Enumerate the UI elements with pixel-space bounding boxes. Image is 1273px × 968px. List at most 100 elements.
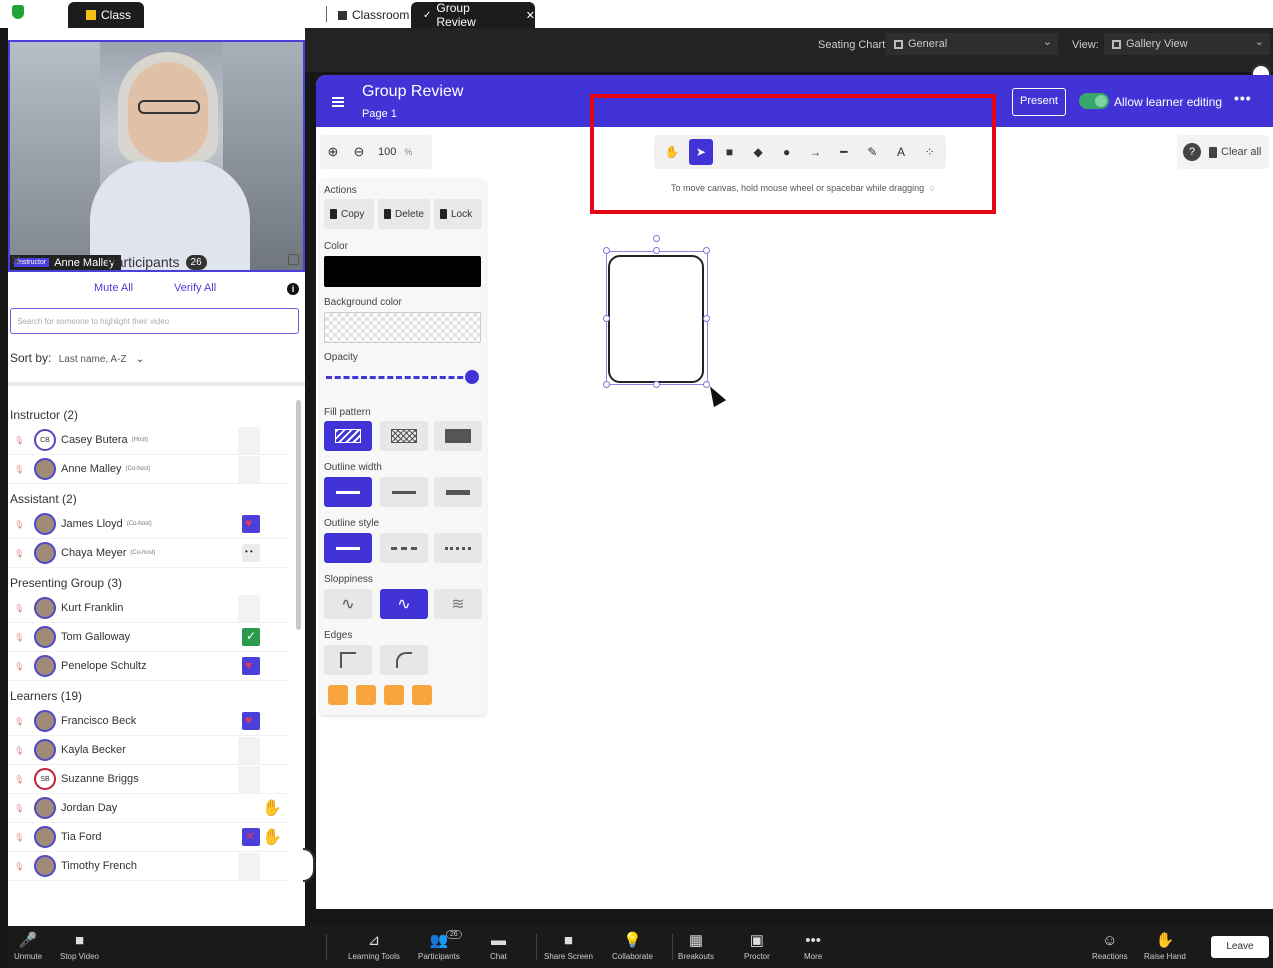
help-icon[interactable]: ? [1183,143,1201,161]
outline-medium-option[interactable] [380,477,428,507]
leave-button[interactable]: Leave [1211,936,1269,958]
participant-search-input[interactable]: Search for someone to highlight their vi… [10,308,299,334]
fill-solid-option[interactable] [434,421,482,451]
menu-icon[interactable] [332,97,344,107]
popout-icon[interactable] [288,254,299,265]
breakouts-button[interactable]: ▦ Breakouts [678,930,714,961]
mic-muted-icon[interactable]: 🎙 [8,746,34,755]
participant-row[interactable]: 🎙 SB Suzanne Briggs [8,765,288,794]
outline-dotted-option[interactable] [434,533,482,563]
rotate-handle[interactable] [653,235,660,242]
opacity-slider-thumb[interactable] [465,370,479,384]
resize-handle[interactable] [653,247,660,254]
learning-tools-button[interactable]: ⊿ Learning Tools [348,930,400,961]
mic-muted-icon[interactable]: 🎙 [8,804,34,813]
edges-round-option[interactable] [380,645,428,675]
clear-all-button[interactable]: Clear all [1221,146,1261,158]
participant-row[interactable]: 🎙 Anne Malley (Co-host) [8,455,288,484]
mic-muted-icon[interactable]: 🎙 [8,633,34,642]
stop-video-button[interactable]: ■ Stop Video [60,930,99,961]
reactions-button[interactable]: ☺ Reactions [1092,930,1128,961]
outline-thin-option[interactable] [324,477,372,507]
layer-bring-front-icon[interactable] [412,685,432,705]
participant-row[interactable]: 🎙 Francisco Beck [8,707,288,736]
participant-row[interactable]: 🎙 Tia Ford ✋ [8,823,288,852]
zoom-out-icon[interactable]: ⊖ [346,144,372,160]
delete-button[interactable]: Delete [378,199,430,229]
resize-handle[interactable] [603,247,610,254]
verify-all-link[interactable]: Verify All [174,282,216,294]
edges-sharp-option[interactable] [324,645,372,675]
mic-muted-icon[interactable]: 🎙 [8,436,34,445]
opacity-slider-track[interactable] [326,376,472,379]
present-button[interactable]: Present [1012,88,1066,116]
outline-thick-option[interactable] [434,477,482,507]
zoom-in-icon[interactable]: ⊕ [320,144,346,160]
scrollbar[interactable] [296,400,301,630]
background-color-swatch[interactable] [324,312,481,343]
participant-row[interactable]: 🎙 Timothy French [8,852,288,881]
share-screen-icon: ■ [563,932,573,949]
zoom-value[interactable]: 100 [378,146,396,158]
view-select[interactable]: Gallery View ⌄ [1104,33,1270,55]
resize-handle[interactable] [703,247,710,254]
close-tab-icon[interactable]: ✕ [526,9,535,22]
color-swatch[interactable] [324,256,481,287]
proctor-button[interactable]: ▣ Proctor [744,930,770,961]
unmute-button[interactable]: 🎤 Unmute [14,930,42,961]
participant-row[interactable]: 🎙 CB Casey Butera (Host) [8,426,288,455]
participant-row[interactable]: 🎙 Penelope Schultz [8,652,288,681]
fill-crosshatch-option[interactable] [380,421,428,451]
resize-handle[interactable] [703,315,710,322]
mute-all-link[interactable]: Mute All [94,282,133,294]
copy-button[interactable]: Copy [324,199,374,229]
mic-muted-icon[interactable]: 🎙 [8,833,34,842]
sloppiness-architect-option[interactable]: ∿ [324,589,372,619]
rounded-rectangle-shape[interactable] [608,255,704,383]
collapse-panel-handle[interactable] [303,848,315,882]
share-screen-button[interactable]: ■ Share Screen [544,930,593,961]
raise-hand-button[interactable]: ✋ Raise Hand [1144,930,1186,961]
sloppiness-artist-option[interactable]: ∿ [380,589,428,619]
mic-muted-icon[interactable]: 🎙 [8,604,34,613]
learner-editing-toggle[interactable] [1079,93,1109,109]
participant-row[interactable]: 🎙 James Lloyd (Co-host) [8,510,288,539]
lock-label: Lock [451,208,473,220]
sort-control[interactable]: Sort by: Last name, A-Z ⌄ [10,351,144,365]
participant-row[interactable]: 🎙 Kayla Becker [8,736,288,765]
sloppiness-cartoonist-option[interactable]: ≋ [434,589,482,619]
chat-icon: ▬ [490,932,506,949]
lock-button[interactable]: Lock [434,199,482,229]
participant-row[interactable]: 🎙 Jordan Day ✋ [8,794,288,823]
more-options-icon[interactable]: ••• [1234,90,1252,106]
tab-class[interactable]: Class [68,2,144,28]
mic-muted-icon[interactable]: 🎙 [8,549,34,558]
participant-row[interactable]: 🎙 Tom Galloway [8,623,288,652]
outline-solid-option[interactable] [324,533,372,563]
resize-handle[interactable] [653,381,660,388]
layer-backward-icon[interactable] [356,685,376,705]
more-button[interactable]: ••• More [804,930,822,961]
layer-send-back-icon[interactable] [328,685,348,705]
tab-classroom[interactable]: Classroom [338,2,409,28]
mic-muted-icon[interactable]: 🎙 [8,662,34,671]
mic-muted-icon[interactable]: 🎙 [8,862,34,871]
reactions-icon: ☺ [1102,932,1118,949]
tab-group-review[interactable]: ✓ Group Review ✕ [411,1,535,29]
mic-muted-icon[interactable]: 🎙 [8,465,34,474]
collaborate-button[interactable]: 💡 Collaborate [612,930,653,961]
participant-row[interactable]: 🎙 Kurt Franklin [8,594,288,623]
resize-handle[interactable] [603,315,610,322]
outline-dashed-option[interactable] [380,533,428,563]
mic-muted-icon[interactable]: 🎙 [8,520,34,529]
info-icon[interactable]: i [287,283,299,295]
instructor-video[interactable]: Instructor Anne Malley [8,40,305,272]
layer-forward-icon[interactable] [384,685,404,705]
mic-muted-icon[interactable]: 🎙 [8,775,34,784]
fill-hatch-option[interactable] [324,421,372,451]
resize-handle[interactable] [603,381,610,388]
participant-row[interactable]: 🎙 Chaya Meyer (Co-host) [8,539,288,568]
chat-button[interactable]: ▬ Chat [490,930,507,961]
seating-chart-select[interactable]: General ⌄ [886,33,1058,55]
mic-muted-icon[interactable]: 🎙 [8,717,34,726]
